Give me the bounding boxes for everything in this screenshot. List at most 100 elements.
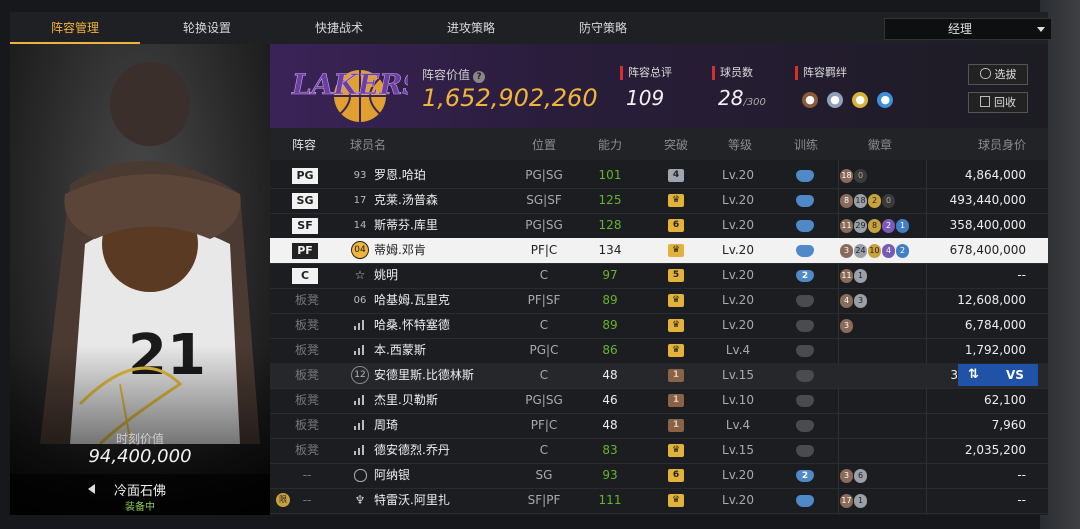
level: Lv.4 bbox=[725, 343, 751, 357]
level: Lv.4 bbox=[725, 418, 751, 432]
badge: 0 bbox=[854, 168, 867, 183]
player-position: SG|SF bbox=[526, 193, 562, 207]
role-dropdown[interactable]: 经理 bbox=[884, 18, 1052, 40]
jersey-number bbox=[350, 313, 370, 338]
breakthrough-badge: 6 bbox=[668, 219, 684, 232]
player-value: 678,400,000 bbox=[949, 243, 1026, 257]
training[interactable] bbox=[790, 338, 820, 363]
player-position: SG bbox=[535, 468, 553, 482]
table-header: 阵容 球员名 位置 能力 突破 等级 训练 徽章 球员身价 bbox=[270, 128, 1048, 160]
tab-offense[interactable]: 进攻策略 bbox=[406, 12, 536, 44]
tab-defense[interactable]: 防守策略 bbox=[538, 12, 668, 44]
slot-label: 板凳 bbox=[294, 443, 319, 457]
table-row[interactable]: 板凳 本.西蒙斯 PG|C 86 ♛ Lv.4 1,792,000 bbox=[270, 338, 1048, 364]
training[interactable] bbox=[790, 188, 820, 213]
badge: 2 bbox=[896, 243, 909, 258]
player-name: 德安德烈.乔丹 bbox=[374, 443, 450, 457]
breakthrough-badge: 5 bbox=[668, 269, 684, 282]
breakthrough: 1 bbox=[662, 413, 690, 438]
level: Lv.20 bbox=[722, 193, 754, 207]
slot-label: PF bbox=[292, 242, 318, 259]
jersey-number: 17 bbox=[353, 195, 367, 206]
col-breakthrough: 突破 bbox=[664, 138, 689, 152]
badge: 18 bbox=[840, 168, 853, 183]
table-row[interactable]: PG 93 罗恩.哈珀 PG|SG 101 4 Lv.20 18 0 4,864,… bbox=[270, 163, 1048, 189]
roster-table: 阵容 球员名 位置 能力 突破 等级 训练 徽章 球员身价 PG 93 罗恩.哈… bbox=[270, 128, 1048, 515]
slot-label: -- bbox=[302, 468, 312, 482]
training[interactable] bbox=[790, 363, 820, 388]
synergy-icons[interactable]: ● ● ● ● bbox=[802, 88, 897, 108]
training-icon bbox=[796, 194, 814, 207]
swap-icon: ⇅ bbox=[968, 367, 979, 382]
recycle-button[interactable]: 回收 bbox=[968, 92, 1028, 113]
player-position: PF|C bbox=[530, 418, 558, 432]
swap-compare-button[interactable]: ⇅ VS bbox=[958, 364, 1038, 386]
player-name: 特雷沃.阿里扎 bbox=[374, 493, 450, 507]
synergy-bronze-icon[interactable]: ● bbox=[802, 92, 818, 108]
slot-label: 板凳 bbox=[294, 393, 319, 407]
training[interactable] bbox=[790, 288, 820, 313]
player-name: 蒂姆.邓肯 bbox=[374, 243, 426, 257]
table-row[interactable]: 板凳 周琦 PF|C 48 1 Lv.4 7,960 bbox=[270, 413, 1048, 439]
training-icon bbox=[796, 444, 814, 457]
table-row[interactable]: 板凳 德安德烈.乔丹 C 83 ♛ Lv.15 2,035,200 bbox=[270, 438, 1048, 464]
ability: 97 bbox=[602, 268, 618, 282]
player-value: 4,864,000 bbox=[964, 168, 1026, 182]
bars-icon bbox=[354, 420, 366, 430]
crown-icon: ♛ bbox=[668, 344, 684, 357]
training[interactable]: 2 bbox=[790, 263, 820, 288]
breakthrough: ♛ bbox=[662, 188, 690, 213]
synergy-silver-icon[interactable]: ● bbox=[827, 92, 844, 108]
breakthrough: ♛ bbox=[662, 488, 690, 513]
slot-label: SF bbox=[292, 217, 318, 234]
team-value: 1,652,902,260 bbox=[422, 84, 598, 112]
player-value: 12,608,000 bbox=[957, 293, 1026, 307]
badge: 3 bbox=[840, 468, 853, 483]
badge: 8 bbox=[840, 193, 853, 208]
training-icon bbox=[796, 219, 814, 232]
tab-lineup[interactable]: 阵容管理 bbox=[10, 12, 140, 44]
team-rating-label: 阵容总评 bbox=[620, 66, 672, 80]
table-row[interactable]: -- 阿纳银 SG 93 6 Lv.20 2 36 -- bbox=[270, 463, 1048, 489]
table-row-selected[interactable]: PF 04 蒂姆.邓肯 PF|C 134 ♛ Lv.20 3 24 10 4 2 678… bbox=[270, 238, 1048, 264]
training[interactable]: 2 bbox=[790, 463, 820, 488]
table-row[interactable]: 板凳 杰里.贝勒斯 PG|SG 46 1 Lv.10 62,100 bbox=[270, 388, 1048, 414]
player-card[interactable]: 21 时刻价值 94,400,000 冷面石佛 装备中 bbox=[10, 44, 270, 515]
jersey-number: 04 bbox=[350, 238, 370, 263]
tab-quick-tactics[interactable]: 快捷战术 bbox=[274, 12, 404, 44]
training[interactable] bbox=[790, 438, 820, 463]
jersey-number: ♆ bbox=[350, 488, 370, 513]
table-row[interactable]: 限 -- ♆ 特雷沃.阿里扎 SF|PF 111 ♛ Lv.20 17 1 -- bbox=[270, 488, 1048, 514]
training[interactable] bbox=[790, 413, 820, 438]
help-icon[interactable]: ? bbox=[473, 71, 486, 83]
player-position: C bbox=[539, 443, 549, 457]
table-row[interactable]: 板凳 06 哈基姆.瓦里克 PF|SF 89 ♛ Lv.20 43 12,608… bbox=[270, 288, 1048, 314]
col-badges: 徽章 bbox=[868, 138, 893, 152]
table-row[interactable]: C ☆ 姚明 C 97 5 Lv.20 2 11 1 -- bbox=[270, 263, 1048, 289]
training[interactable] bbox=[790, 313, 820, 338]
player-name: 安德里斯.比德林斯 bbox=[374, 368, 474, 382]
training[interactable] bbox=[790, 488, 820, 513]
table-row[interactable]: SG 17 克莱.汤普森 SG|SF 125 ♛ Lv.20 8 18 2 0 493… bbox=[270, 188, 1048, 214]
player-value: 1,792,000 bbox=[964, 343, 1026, 357]
player-value: -- bbox=[1017, 268, 1026, 282]
training[interactable] bbox=[790, 163, 820, 188]
player-count-max: /300 bbox=[743, 97, 766, 108]
ability: 46 bbox=[602, 393, 618, 407]
training[interactable] bbox=[790, 388, 820, 413]
synergy-gold-icon[interactable]: ● bbox=[852, 92, 869, 108]
level: Lv.15 bbox=[722, 443, 754, 457]
player-count-number: 28 bbox=[718, 86, 744, 110]
tab-rotation[interactable]: 轮换设置 bbox=[142, 12, 272, 44]
player-position: C bbox=[539, 268, 549, 282]
training[interactable] bbox=[790, 238, 820, 263]
role-dropdown-value: 经理 bbox=[947, 22, 972, 36]
table-row[interactable]: 板凳 12 安德里斯.比德林斯 C 48 1 Lv.15 3 ⇅ VS bbox=[270, 363, 1048, 389]
select-button[interactable]: 选拔 bbox=[968, 64, 1028, 85]
table-row[interactable]: SF 14 斯蒂芬.库里 PG|SG 128 6 Lv.20 11 29 8 2 1 3… bbox=[270, 213, 1048, 239]
breakthrough: 6 bbox=[662, 463, 690, 488]
player-name: 姚明 bbox=[374, 268, 399, 282]
table-row[interactable]: 板凳 哈桑.怀特塞德 C 89 ♛ Lv.20 3 6,784,000 bbox=[270, 313, 1048, 339]
training[interactable] bbox=[790, 213, 820, 238]
synergy-blue-icon[interactable]: ● bbox=[877, 92, 894, 108]
